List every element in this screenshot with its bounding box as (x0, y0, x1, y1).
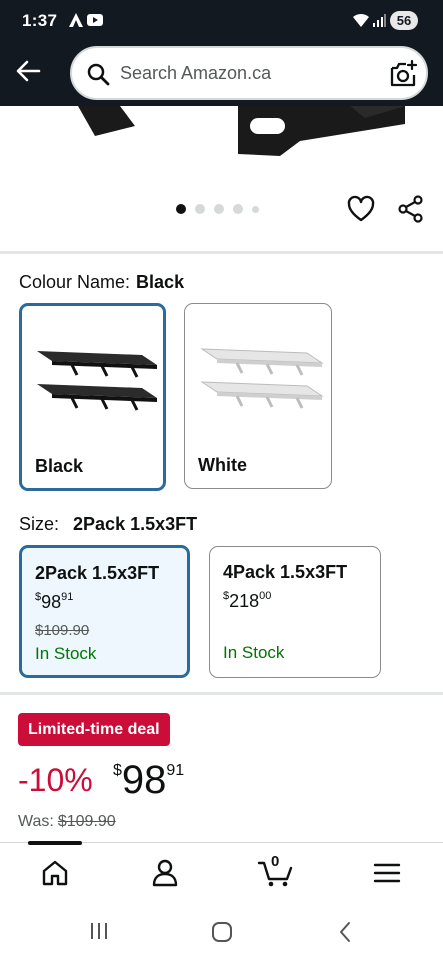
colour-label-row: Colour Name: Black (19, 272, 184, 293)
discount-percent: -10% (18, 762, 93, 798)
size-label: Size: (19, 514, 60, 534)
search-input[interactable] (120, 48, 380, 98)
carousel-dot[interactable] (252, 205, 259, 213)
bottom-navigation: 0 (0, 841, 443, 904)
swatch-label: Black (35, 456, 84, 476)
camera-search-icon[interactable] (388, 59, 418, 89)
size-option-stock: In Stock (35, 644, 97, 663)
colour-selected-value: Black (136, 272, 185, 292)
size-option-name: 4Pack 1.5x3FT (223, 562, 348, 582)
back-arrow-icon[interactable] (14, 57, 42, 85)
battery-indicator: 56 (390, 11, 418, 30)
size-option-stock: In Stock (223, 643, 285, 662)
carousel-dot[interactable] (176, 204, 186, 214)
cart-count: 0 (271, 853, 280, 870)
recent-apps-icon[interactable] (87, 920, 111, 942)
cart-tab[interactable]: 0 (257, 853, 297, 889)
size-label-row: Size: 2Pack 1.5x3FT (19, 514, 197, 535)
white-shelf-image (200, 348, 324, 409)
menu-icon[interactable] (369, 857, 405, 889)
carousel-dot[interactable] (195, 204, 205, 214)
size-option-was-price: $109.90 (35, 622, 90, 639)
youtube-notification-icon (87, 14, 103, 26)
signal-icon (373, 14, 386, 27)
colour-swatch-white[interactable]: White (184, 303, 332, 489)
wifi-icon (353, 13, 369, 27)
carousel-dot[interactable] (233, 204, 243, 214)
image-carousel-dots[interactable] (176, 203, 259, 215)
size-selected-value: 2Pack 1.5x3FT (73, 514, 198, 534)
status-time: 1:37 (22, 11, 58, 30)
heart-icon[interactable] (346, 195, 376, 223)
search-icon (87, 63, 110, 86)
size-option-price: $9891 (35, 591, 74, 612)
product-image[interactable] (0, 106, 443, 196)
status-bar: 1:37 56 (0, 0, 443, 42)
size-option-2pack[interactable]: 2Pack 1.5x3FT $9891 $109.90 In Stock (19, 545, 190, 678)
swatch-label: White (198, 455, 247, 475)
size-option-name: 2Pack 1.5x3FT (35, 563, 160, 583)
system-back-icon[interactable] (334, 920, 358, 944)
size-option-price: $21800 (223, 590, 272, 611)
divider (0, 692, 443, 695)
android-navigation-bar (0, 904, 443, 960)
limited-time-deal-badge: Limited-time deal (18, 713, 170, 746)
was-price-line: Was: $109.90 (18, 813, 116, 831)
black-shelf-image (37, 351, 157, 411)
account-icon[interactable] (147, 857, 183, 889)
was-price: $109.90 (57, 813, 116, 830)
was-label: Was: (18, 813, 54, 830)
size-option-4pack[interactable]: 4Pack 1.5x3FT $21800 In Stock (209, 546, 381, 678)
search-box[interactable] (70, 46, 428, 100)
colour-label: Colour Name: (19, 272, 131, 292)
active-tab-indicator (28, 841, 82, 845)
app-notification-icon (69, 13, 83, 27)
home-button-icon[interactable] (210, 920, 234, 944)
home-icon[interactable] (37, 857, 73, 889)
colour-swatch-black[interactable]: Black (19, 303, 166, 491)
share-icon[interactable] (397, 195, 425, 223)
divider (0, 251, 443, 254)
header (0, 42, 443, 106)
deal-price: $9891 (113, 758, 185, 802)
carousel-dot[interactable] (214, 204, 224, 214)
